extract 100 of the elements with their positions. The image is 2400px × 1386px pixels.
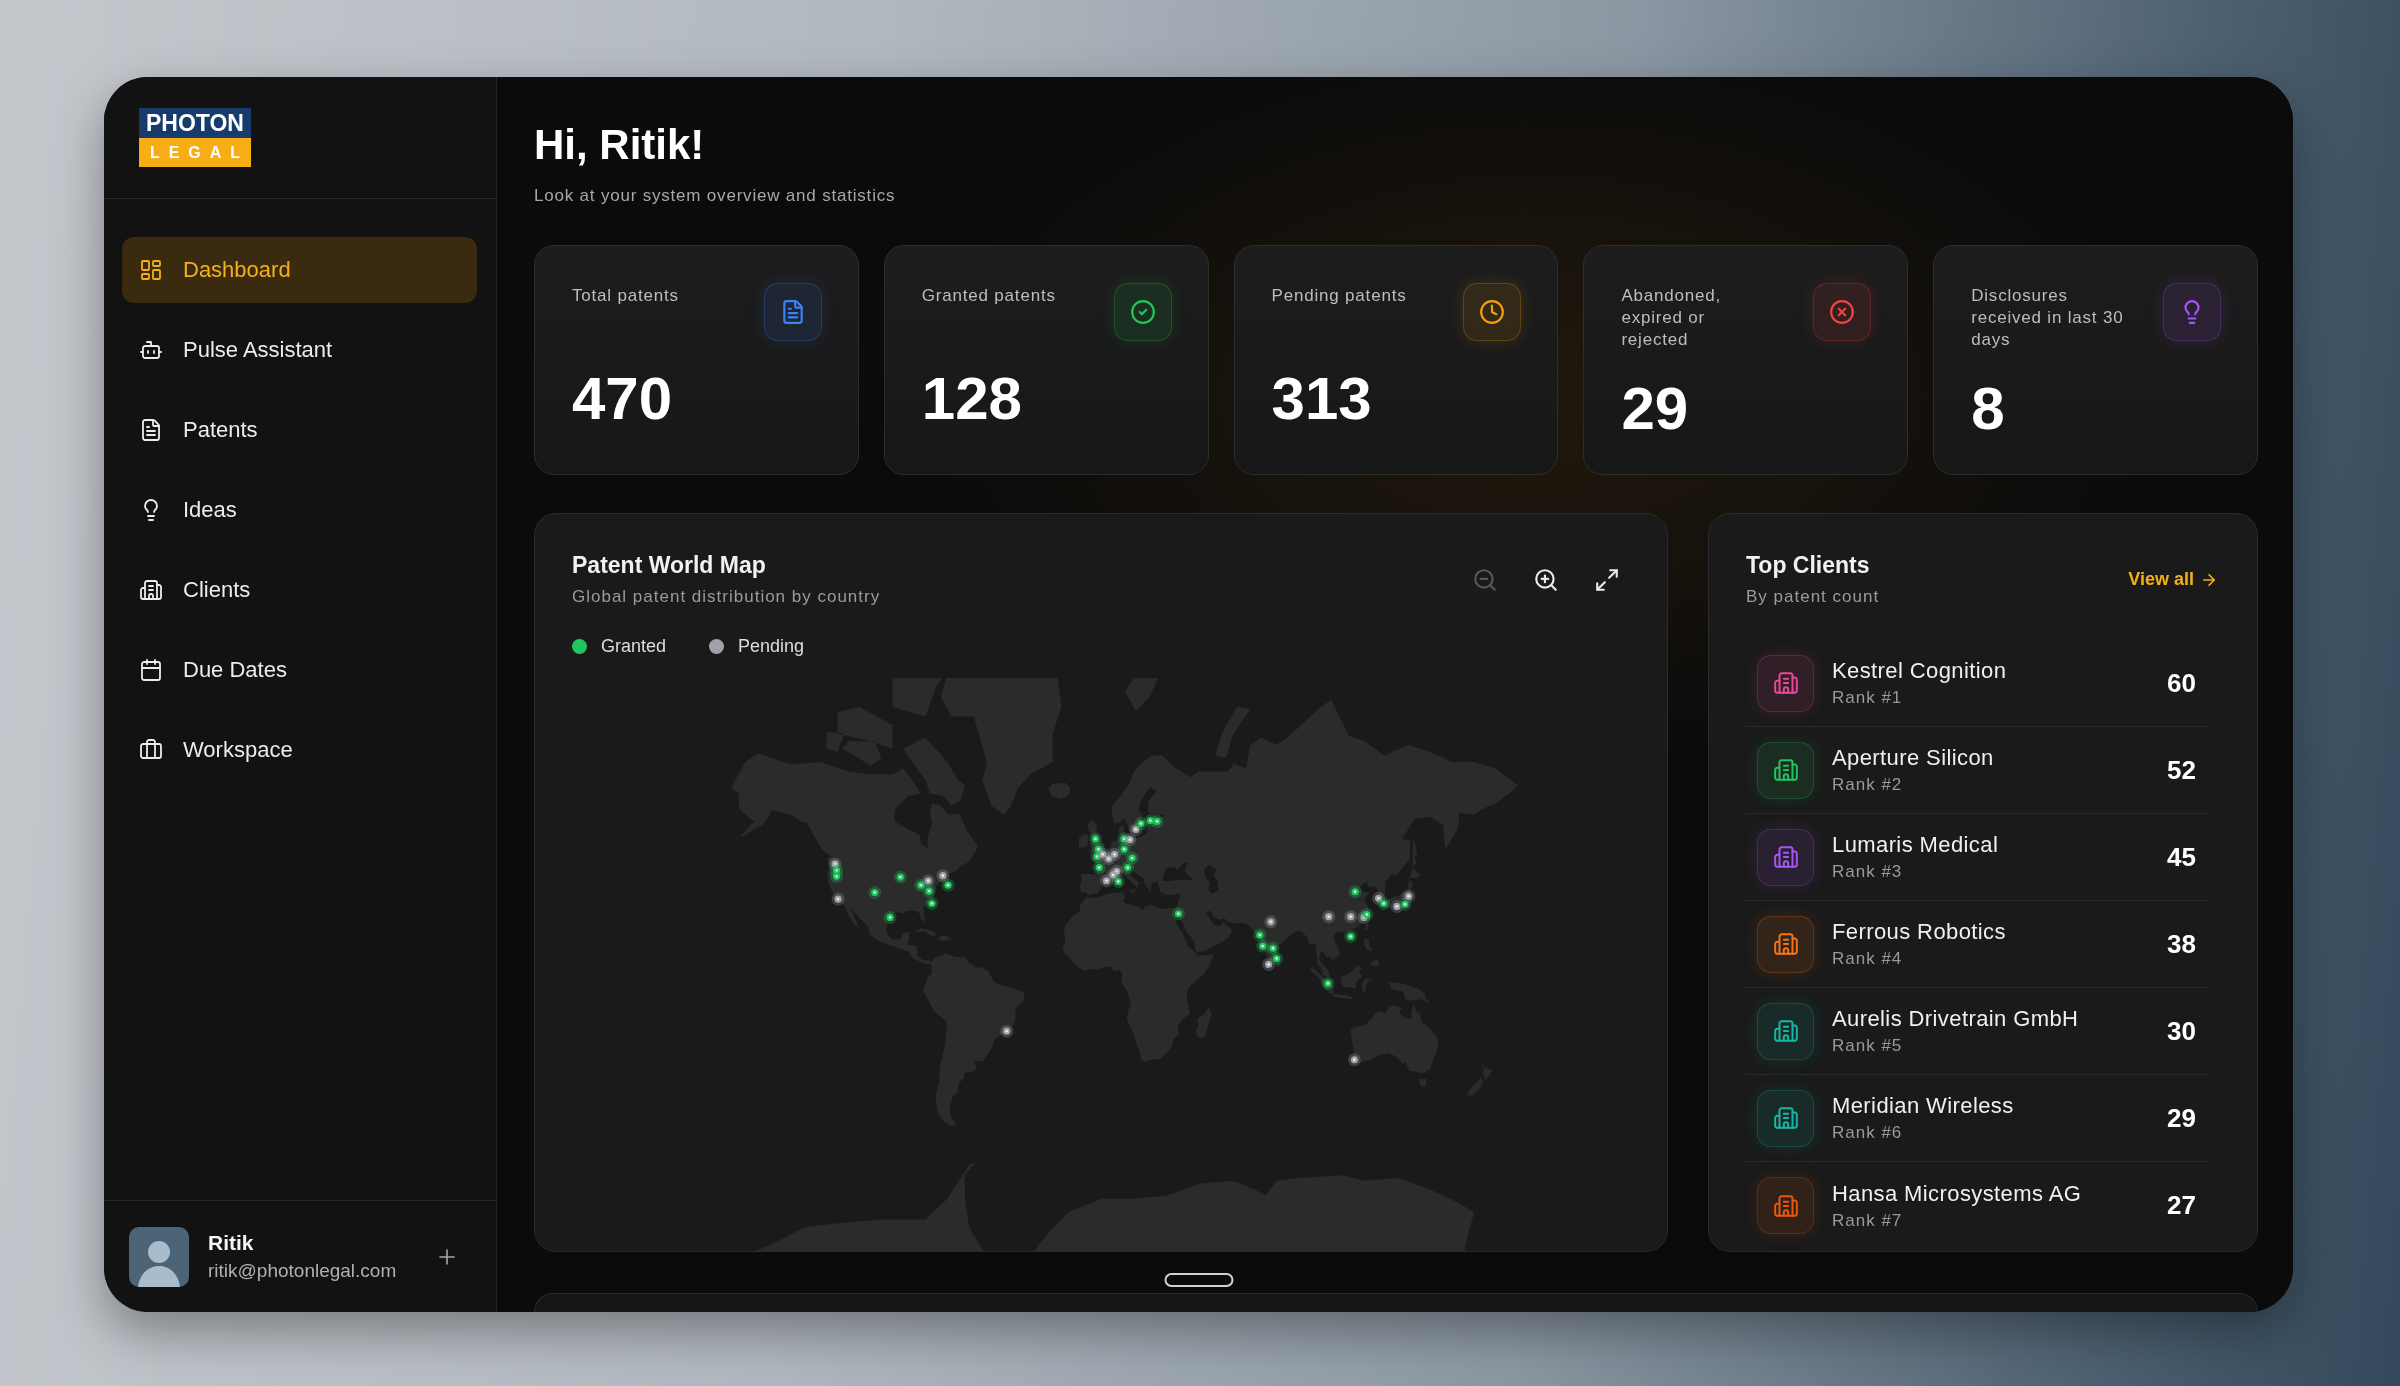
card-title: Patent World Map <box>572 552 767 578</box>
logo-tagline: LEGAL <box>139 138 251 167</box>
user-email: ritik@photonlegal.com <box>208 1259 397 1282</box>
map-marker <box>830 869 844 883</box>
drag-handle[interactable] <box>1164 1273 1233 1287</box>
zoom-out-icon <box>1472 566 1498 593</box>
client-rank: Rank #4 <box>1832 949 1904 969</box>
client-count: 29 <box>2167 1102 2196 1134</box>
client-name: Aperture Silicon <box>1832 745 1994 771</box>
client-count: 38 <box>2167 928 2196 960</box>
card-title: Top Clients <box>1746 552 1871 578</box>
map-marker <box>1171 907 1185 921</box>
map-marker <box>936 869 950 883</box>
legend-label: Granted <box>601 635 667 658</box>
client-count: 60 <box>2167 667 2196 699</box>
stat-label: Abandoned, expired or rejected <box>1621 285 1723 351</box>
stat-label: Disclosures received in last 30 days <box>1971 285 2125 351</box>
nav-item[interactable]: Workspace <box>122 717 477 783</box>
stat-label: Total patents <box>572 285 679 307</box>
map-marker <box>1123 833 1137 847</box>
robot-icon <box>139 338 163 362</box>
avatar <box>129 1226 189 1287</box>
calendar-icon <box>139 658 163 682</box>
map-marker <box>883 910 897 924</box>
nav-item[interactable]: Dashboard <box>122 237 477 303</box>
client-name: Lumaris Medical <box>1832 832 1999 858</box>
stat-label: Granted patents <box>921 285 1056 307</box>
client-name: Meridian Wireless <box>1832 1093 2014 1119</box>
map-marker <box>1321 976 1335 990</box>
stat-label: Pending patents <box>1271 285 1407 307</box>
stat-value: 313 <box>1271 369 1373 429</box>
client-count: 30 <box>2167 1015 2196 1047</box>
map-marker <box>1264 915 1278 929</box>
building-icon <box>139 578 163 602</box>
page-title: Hi, Ritik! <box>534 121 706 169</box>
map-marker <box>925 897 939 910</box>
map-marker <box>1322 910 1336 924</box>
client-count: 45 <box>2167 841 2196 873</box>
map-marker <box>1000 1024 1014 1038</box>
map-marker <box>868 886 882 899</box>
nav-item[interactable]: Patents <box>122 397 477 463</box>
map-marker <box>1344 930 1358 943</box>
map-marker <box>921 874 935 888</box>
map-marker <box>1106 868 1120 882</box>
client-rank: Rank #1 <box>1832 688 1904 708</box>
map-marker <box>1270 952 1284 965</box>
view-all-link[interactable]: View all <box>2128 569 2218 590</box>
stat-value: 470 <box>572 369 674 429</box>
stat-value: 8 <box>1971 379 2006 439</box>
client-name: Kestrel Cognition <box>1832 658 2007 684</box>
map-marker <box>1121 861 1135 875</box>
card-subtitle: Global patent distribution by country <box>572 587 881 607</box>
client-rank: Rank #2 <box>1832 775 1904 795</box>
client-name: Ferrous Robotics <box>1832 919 2006 945</box>
map-marker <box>1390 899 1404 913</box>
map-marker <box>1108 847 1122 861</box>
briefcase-icon <box>139 738 163 762</box>
map-marker <box>922 884 936 898</box>
client-rank: Rank #5 <box>1832 1036 1904 1056</box>
map-marker <box>893 870 907 884</box>
document-icon <box>139 418 163 442</box>
nav-item[interactable]: Pulse Assistant <box>122 317 477 383</box>
map-marker <box>1347 1053 1361 1067</box>
user-name: Ritik <box>208 1231 255 1255</box>
zoom-in-icon <box>1533 566 1559 593</box>
stat-value: 29 <box>1621 379 1690 439</box>
map-marker <box>1348 885 1362 899</box>
map-marker <box>1402 889 1416 903</box>
map-marker <box>1256 939 1270 953</box>
layout-grid-icon <box>139 258 163 282</box>
client-rank: Rank #3 <box>1832 862 1904 882</box>
nav-item[interactable]: Due Dates <box>122 637 477 703</box>
stat-value: 128 <box>921 369 1023 429</box>
client-name: Hansa Microsystems AG <box>1832 1180 2082 1207</box>
map-marker <box>1253 928 1267 942</box>
client-name: Aurelis Drivetrain GmbH <box>1832 1006 2079 1032</box>
expand-icon <box>1594 566 1620 593</box>
map-marker <box>1344 910 1358 924</box>
map-marker <box>831 892 845 906</box>
map-marker <box>1125 851 1139 865</box>
logo-wordmark: PHOTON <box>139 108 251 138</box>
map-marker <box>1262 957 1276 971</box>
page-subtitle: Look at your system overview and statistics <box>534 186 897 206</box>
card-subtitle: By patent count <box>1746 587 1880 607</box>
client-count: 52 <box>2167 754 2196 786</box>
nav-item[interactable]: Clients <box>122 557 477 623</box>
map-marker <box>941 878 955 892</box>
client-rank: Rank #7 <box>1832 1210 1904 1231</box>
map-marker <box>1089 832 1102 846</box>
map-marker <box>1092 861 1106 875</box>
map-marker <box>1100 874 1113 888</box>
map-marker <box>1134 817 1148 831</box>
legend-label: Pending <box>738 635 805 658</box>
nav-item[interactable]: Ideas <box>122 477 477 543</box>
client-rank: Rank #6 <box>1832 1123 1904 1143</box>
map-marker <box>1266 941 1280 955</box>
map-marker <box>1377 897 1391 910</box>
client-count: 27 <box>2167 1190 2196 1221</box>
map-marker <box>1117 842 1131 856</box>
map-marker <box>1150 814 1164 828</box>
